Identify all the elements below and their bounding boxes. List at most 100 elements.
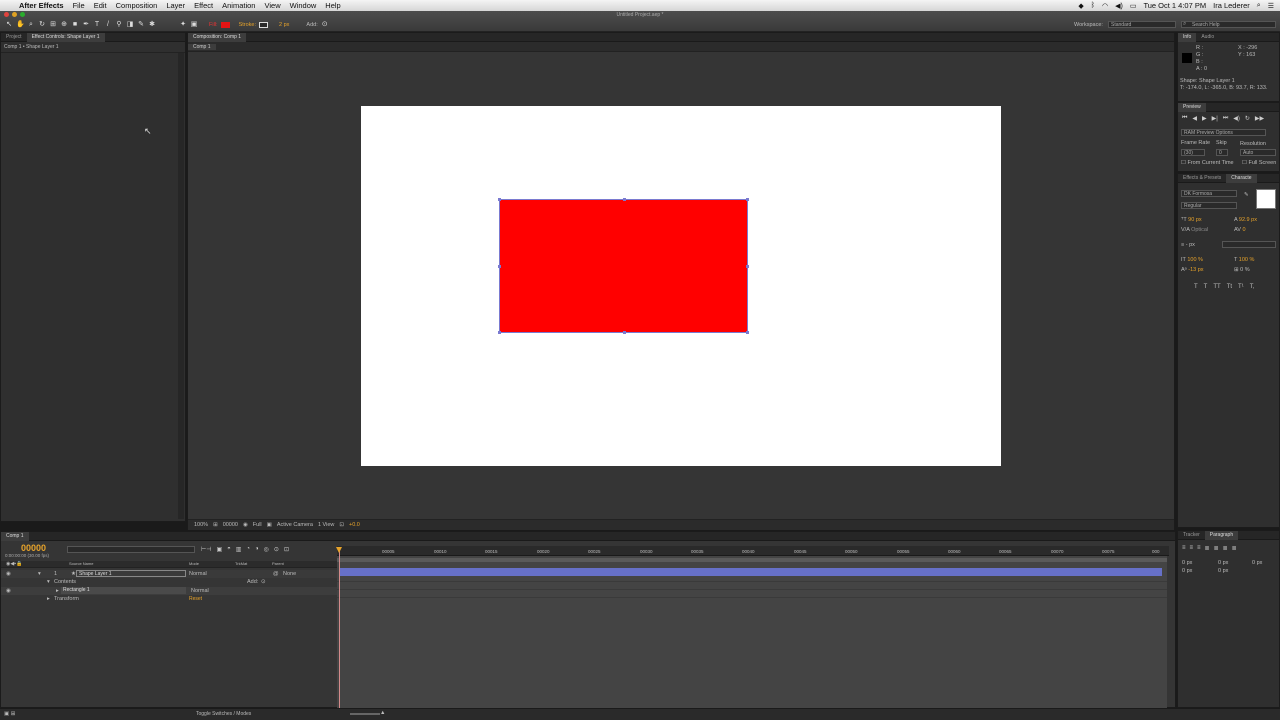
- menu-help[interactable]: Help: [325, 1, 340, 10]
- stroke-style-select[interactable]: [1222, 241, 1276, 248]
- timeline-options-icon[interactable]: ⊡: [284, 546, 289, 553]
- justify-last-left-icon[interactable]: ≣: [1205, 545, 1210, 552]
- font-style-select[interactable]: Regular: [1181, 202, 1237, 209]
- eraser-tool-icon[interactable]: ◨: [126, 21, 134, 28]
- all-caps-button[interactable]: TT: [1213, 284, 1220, 290]
- full-screen-checkbox[interactable]: ☐ Full Screen: [1242, 160, 1276, 166]
- menubar-clock[interactable]: Tue Oct 1 4:07 PM: [1143, 1, 1206, 10]
- superscript-button[interactable]: T¹: [1238, 284, 1244, 290]
- first-line-value[interactable]: 0 px: [1252, 560, 1262, 566]
- horizontal-scale-value[interactable]: 100 %: [1239, 257, 1255, 263]
- eyedropper-icon[interactable]: ✎: [1244, 192, 1249, 198]
- close-window-button[interactable]: [4, 12, 9, 17]
- rectangle-label[interactable]: Rectangle 1: [61, 587, 186, 594]
- selection-tool-icon[interactable]: ↖: [5, 21, 13, 28]
- handle-tl[interactable]: [498, 198, 501, 201]
- ram-preview-options[interactable]: RAM Preview Options: [1181, 129, 1266, 136]
- volume-icon[interactable]: ◀): [1115, 2, 1123, 10]
- rectangle-row[interactable]: ◉ ▸ Rectangle 1 Normal: [1, 587, 337, 595]
- tab-composition[interactable]: Composition: Comp 1: [188, 32, 247, 42]
- align-left-icon[interactable]: ≡: [1182, 545, 1186, 552]
- wifi-icon[interactable]: ◠: [1102, 2, 1108, 10]
- justify-all-icon[interactable]: ≣: [1232, 545, 1237, 552]
- workspace-select[interactable]: Standard: [1108, 21, 1176, 28]
- fill-color-box[interactable]: [1256, 189, 1276, 209]
- brush-tool-icon[interactable]: /: [104, 21, 112, 28]
- align-right-icon[interactable]: ≡: [1197, 545, 1201, 552]
- handle-ml[interactable]: [498, 265, 501, 268]
- rectangle-twirl-icon[interactable]: ▸: [56, 588, 59, 594]
- tab-audio[interactable]: Audio: [1196, 33, 1219, 42]
- tab-tracker[interactable]: Tracker: [1178, 531, 1205, 540]
- tab-info[interactable]: Info: [1178, 32, 1197, 42]
- motion-blur-icon[interactable]: ◔: [246, 546, 250, 553]
- mute-icon[interactable]: ◀): [1233, 115, 1240, 122]
- small-caps-button[interactable]: Tt: [1227, 284, 1232, 290]
- tab-preview[interactable]: Preview: [1178, 102, 1206, 112]
- camera-tool-icon[interactable]: ⊞: [49, 21, 57, 28]
- skip-input[interactable]: 0: [1216, 149, 1228, 156]
- grid-icon[interactable]: ⊞: [213, 522, 218, 528]
- menu-view[interactable]: View: [264, 1, 280, 10]
- last-frame-icon[interactable]: ⏭: [1223, 115, 1228, 122]
- tracking-value[interactable]: 0: [1242, 227, 1245, 233]
- bluetooth-icon[interactable]: ᛒ: [1091, 2, 1095, 9]
- handle-tc[interactable]: [623, 198, 626, 201]
- rectangle-eye-icon[interactable]: ◉: [6, 588, 11, 594]
- rectangle-mode-select[interactable]: Normal: [191, 588, 209, 594]
- region-icon[interactable]: ▣: [267, 522, 272, 528]
- tab-effects-presets[interactable]: Effects & Presets: [1178, 174, 1226, 183]
- puppet-tool-icon[interactable]: ✱: [148, 21, 156, 28]
- handle-br[interactable]: [746, 331, 749, 334]
- roto-brush-tool-icon[interactable]: ✎: [137, 21, 145, 28]
- auto-keyframe-icon[interactable]: ⊙: [274, 546, 279, 553]
- search-help-input[interactable]: Search Help: [1181, 21, 1276, 28]
- space-before-value[interactable]: 0 px: [1182, 568, 1192, 574]
- tab-character[interactable]: Characte: [1226, 173, 1257, 183]
- transform-reset-link[interactable]: Reset: [189, 596, 202, 602]
- pen-tool-icon[interactable]: ✒: [82, 21, 90, 28]
- dropbox-icon[interactable]: ◆: [1078, 2, 1083, 10]
- minimize-window-button[interactable]: [12, 12, 17, 17]
- justify-last-right-icon[interactable]: ≣: [1223, 545, 1228, 552]
- magnification-dropdown[interactable]: 100%: [194, 522, 208, 528]
- baseline-shift-value[interactable]: -13 px: [1188, 267, 1203, 273]
- snapshot-icon[interactable]: ◉: [243, 522, 248, 528]
- from-current-time-checkbox[interactable]: ☐ From Current Time: [1181, 160, 1234, 166]
- kerning-value[interactable]: Optical: [1191, 227, 1208, 233]
- layer-parent-select[interactable]: None: [283, 571, 296, 577]
- expand-twirl-icon[interactable]: ▾: [38, 571, 41, 577]
- parent-pickwhip-icon[interactable]: @: [273, 571, 279, 577]
- next-frame-icon[interactable]: ▶|: [1212, 115, 1218, 122]
- toggle-switches-modes-button[interactable]: Toggle Switches / Modes: [196, 711, 251, 717]
- timeline-track-area[interactable]: [337, 556, 1167, 708]
- frame-rate-select[interactable]: (30): [1181, 149, 1205, 156]
- spotlight-icon[interactable]: ⌕: [1257, 2, 1261, 10]
- stroke-width-value[interactable]: 2 px: [279, 22, 289, 28]
- footer-switches-icon[interactable]: ▣ ⊞: [4, 711, 15, 717]
- camera-dropdown[interactable]: Active Camera: [277, 522, 313, 528]
- work-area-bar[interactable]: [337, 558, 1167, 562]
- zoom-window-button[interactable]: [20, 12, 25, 17]
- resolution-select[interactable]: Auto: [1240, 149, 1276, 156]
- brainstorm-icon[interactable]: ◑: [255, 546, 259, 553]
- zoom-tool-icon[interactable]: ⌕: [27, 21, 35, 28]
- play-icon[interactable]: ▶: [1202, 115, 1207, 122]
- menu-effect[interactable]: Effect: [194, 1, 213, 10]
- clone-stamp-tool-icon[interactable]: ⚲: [115, 21, 123, 28]
- comp-mini-flowchart-icon[interactable]: ⊢⊣: [201, 546, 211, 553]
- draft-3d-icon[interactable]: ▣: [216, 546, 222, 553]
- scrollbar[interactable]: [178, 53, 184, 519]
- vertical-scale-value[interactable]: 100 %: [1187, 257, 1203, 263]
- zoom-in-icon[interactable]: ▲: [380, 710, 385, 716]
- graph-editor-icon[interactable]: ◎: [264, 546, 269, 553]
- column-parent[interactable]: Parent: [272, 561, 284, 566]
- layer-duration-bar[interactable]: [340, 568, 1162, 576]
- zoom-slider[interactable]: [350, 713, 380, 715]
- justify-last-center-icon[interactable]: ≣: [1214, 545, 1219, 552]
- indent-right-value[interactable]: 0 px: [1218, 560, 1228, 566]
- subscript-button[interactable]: T,: [1250, 284, 1255, 290]
- prev-frame-icon[interactable]: ◀: [1192, 115, 1197, 122]
- local-axis-icon[interactable]: ✦: [179, 21, 187, 28]
- first-frame-icon[interactable]: ⏮: [1182, 115, 1187, 122]
